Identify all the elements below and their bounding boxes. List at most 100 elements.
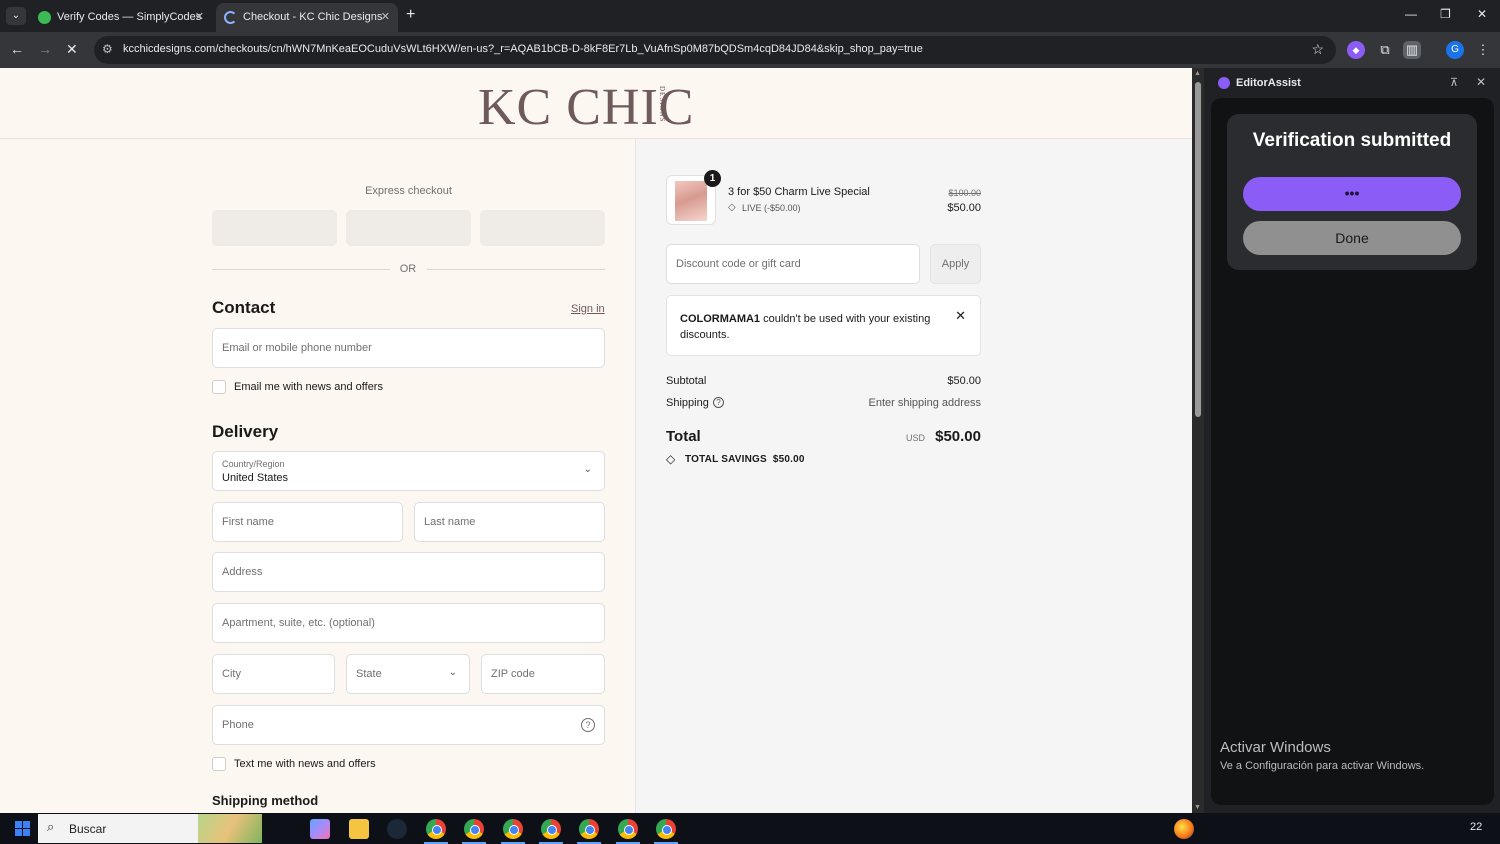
contact-heading: Contact [212,298,276,317]
forward-icon[interactable]: → [38,41,52,57]
tab-verify-codes[interactable]: Verify Codes — SimplyCodes ✕ [30,3,212,32]
search-icon: ⌕ [47,819,55,834]
file-explorer-icon[interactable] [349,819,369,839]
extensions-puzzle-icon[interactable]: ⧉ [1376,41,1394,59]
currency-code: USD [906,433,926,443]
divider [427,269,605,270]
tab-close-icon[interactable]: ✕ [195,3,204,32]
weather-icon[interactable] [1174,819,1194,839]
sign-in-link[interactable]: Sign in [571,303,605,315]
shipping-value: Enter shipping address [868,397,981,409]
steam-icon[interactable] [387,819,407,839]
back-icon[interactable]: ← [10,41,24,57]
windows-start-icon[interactable] [15,821,30,836]
restore-icon[interactable]: ❐ [1440,7,1451,21]
tab-close-icon[interactable]: ✕ [381,3,390,32]
help-icon[interactable]: ? [581,718,595,732]
bookmark-star-icon[interactable]: ☆ [1311,41,1324,58]
chrome-icon[interactable] [541,819,561,839]
close-icon[interactable]: ✕ [1476,75,1486,89]
window-close-icon[interactable]: ✕ [1477,7,1487,21]
tag-icon: ◇ [728,202,736,213]
address-field[interactable]: Address [212,552,605,592]
last-name-field[interactable]: Last name [414,502,605,542]
store-header: KC CHIC DESIGNS [0,68,1192,139]
done-button[interactable]: Done [1243,221,1461,255]
copilot-icon[interactable] [310,819,330,839]
chrome-icon[interactable] [618,819,638,839]
savings-value: $50.00 [772,454,805,465]
placeholder: Email or mobile phone number [222,342,372,354]
country-select[interactable]: Country/Region United States ⌄ [212,451,605,491]
discount-code-input[interactable]: Discount code or gift card [666,244,920,284]
site-info-icon[interactable]: ⚙ [102,42,113,56]
country-label: Country/Region [222,459,285,469]
profile-avatar[interactable]: G [1446,41,1464,59]
editorassist-logo-icon [1218,77,1230,89]
divider [212,269,390,270]
express-pay-button[interactable] [212,210,337,246]
zip-field[interactable]: ZIP code [481,654,605,694]
close-icon[interactable]: ✕ [955,308,966,324]
placeholder: Phone [222,719,254,731]
side-panel-icon[interactable]: ▥ [1403,41,1421,59]
browser-menu-icon[interactable]: ⋮ [1474,41,1492,59]
search-highlight-art [198,814,262,843]
activate-windows-title: Activar Windows [1220,739,1331,756]
express-pay-button[interactable] [480,210,605,246]
placeholder: Discount code or gift card [676,258,801,270]
tab-checkout[interactable]: Checkout - KC Chic Designs ✕ [216,3,398,32]
loading-button[interactable]: ••• [1243,177,1461,211]
tab-strip: ⌄ Verify Codes — SimplyCodes ✕ Checkout … [0,0,1500,32]
chrome-icon[interactable] [579,819,599,839]
tag-icon: ◇ [666,452,676,466]
loading-spinner-icon [224,11,237,24]
help-icon[interactable]: ? [713,397,724,408]
first-name-field[interactable]: First name [212,502,403,542]
email-field[interactable]: Email or mobile phone number [212,328,605,368]
chrome-icon[interactable] [503,819,523,839]
chrome-icon[interactable] [426,819,446,839]
tab-search-button[interactable]: ⌄ [6,7,26,25]
country-value: United States [222,472,289,484]
stop-loading-icon[interactable]: ✕ [66,41,78,58]
page-scrollbar[interactable]: ▲ ▼ [1192,68,1204,813]
shipping-method-heading: Shipping method [212,793,319,808]
scrollbar-thumb[interactable] [1195,82,1201,417]
chevron-down-icon: ⌄ [448,667,457,678]
simplycodes-favicon-icon [38,11,51,24]
apply-discount-button[interactable]: Apply [930,244,981,284]
discount-error-notice: COLORMAMA1 couldn't be used with your ex… [666,295,981,356]
verification-title: Verification submitted [1252,130,1452,151]
scroll-down-icon[interactable]: ▼ [1194,804,1201,811]
order-summary: 1 3 for $50 Charm Live Special ◇ LIVE (-… [635,139,1192,813]
apartment-field[interactable]: Apartment, suite, etc. (optional) [212,603,605,643]
scroll-up-icon[interactable]: ▲ [1194,70,1201,77]
city-field[interactable]: City [212,654,335,694]
phone-field[interactable]: Phone ? [212,705,605,745]
state-select[interactable]: State ⌄ [346,654,470,694]
checkbox[interactable] [212,757,226,771]
checkbox-label: Email me with news and offers [234,381,383,393]
checkout-form: Express checkout OR Contact Sign in Emai… [0,139,635,813]
taskbar-search[interactable]: ⌕ Buscar [38,814,262,843]
subtotal-label: Subtotal [666,375,707,387]
minimize-icon[interactable]: — [1405,7,1417,21]
chrome-icon[interactable] [656,819,676,839]
placeholder: Apartment, suite, etc. (optional) [222,617,375,629]
address-bar[interactable]: ⚙ kcchicdesigns.com/checkouts/cn/hWN7MnK… [94,36,1336,64]
placeholder: Address [222,566,263,578]
product-price: $50.00 [947,202,981,214]
editorassist-extension-icon[interactable]: ◆ [1347,41,1365,59]
windows-taskbar: ⌕ Buscar 22 [0,813,1500,844]
notification-badge[interactable]: 22 [1470,821,1482,833]
url-text[interactable]: kcchicdesigns.com/checkouts/cn/hWN7MnKea… [123,43,923,55]
pin-icon[interactable]: ⊼ [1450,76,1458,89]
chrome-icon[interactable] [464,819,484,839]
checkbox[interactable] [212,380,226,394]
chevron-down-icon: ⌄ [583,464,592,475]
express-pay-button[interactable] [346,210,471,246]
new-tab-button[interactable]: + [406,6,415,24]
placeholder: First name [222,516,274,528]
total-savings: TOTAL SAVINGS $50.00 [685,454,805,465]
